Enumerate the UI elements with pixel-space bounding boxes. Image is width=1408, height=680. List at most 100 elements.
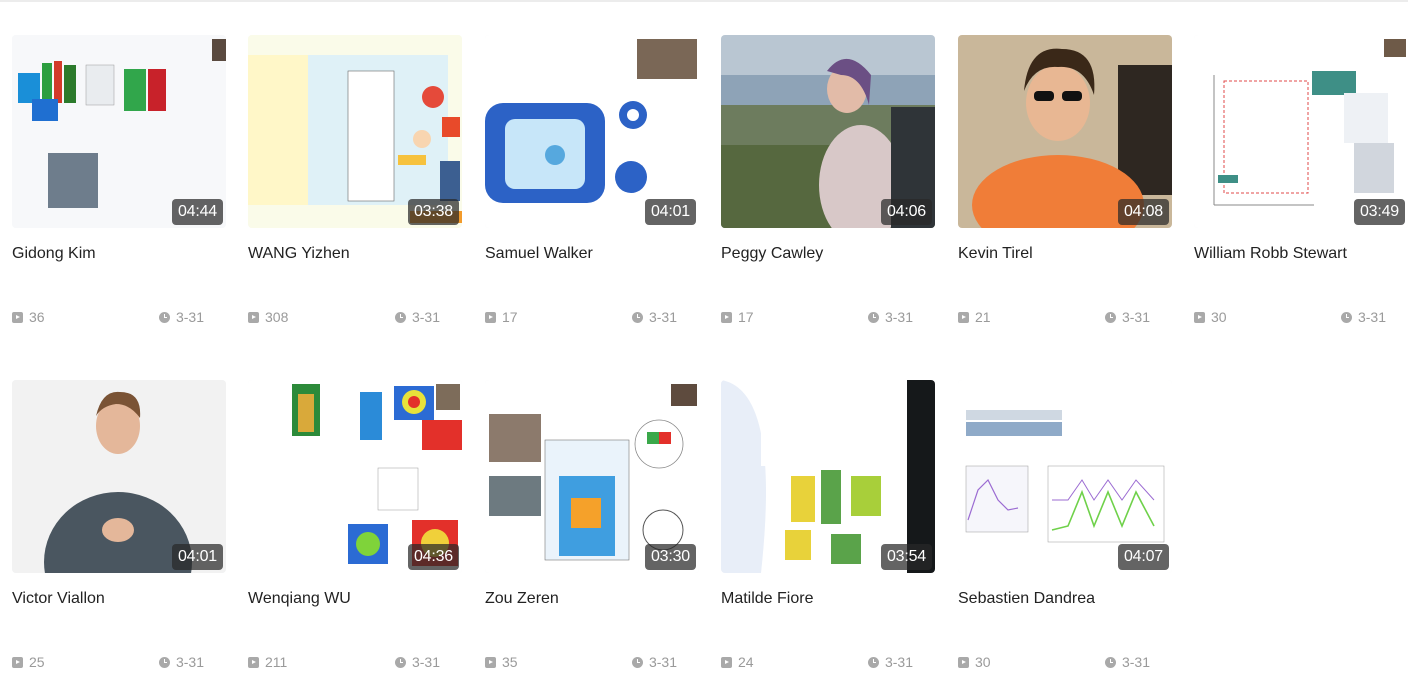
upload-date-value: 3-31 xyxy=(1121,654,1150,670)
play-count-value: 308 xyxy=(265,309,289,325)
video-title[interactable]: Gidong Kim xyxy=(12,243,228,265)
play-count: 24 xyxy=(721,654,754,670)
upload-date-value: 3-31 xyxy=(1357,309,1386,325)
play-icon xyxy=(485,311,496,323)
play-count-value: 211 xyxy=(265,654,288,670)
video-title[interactable]: Zou Zeren xyxy=(485,588,701,610)
video-meta: 30 3-31 xyxy=(958,654,1172,674)
video-meta: 17 3-31 xyxy=(721,309,935,329)
play-count-value: 30 xyxy=(975,654,991,670)
play-count: 30 xyxy=(958,654,991,670)
play-count: 308 xyxy=(248,309,288,325)
upload-date-value: 3-31 xyxy=(648,309,677,325)
upload-date-value: 3-31 xyxy=(175,654,204,670)
video-title[interactable]: Victor Viallon xyxy=(12,588,228,610)
play-icon xyxy=(12,656,23,668)
video-title[interactable]: Sebastien Dandrea xyxy=(958,588,1174,610)
play-count-value: 24 xyxy=(738,654,754,670)
video-card[interactable]: 04:36 Wenqiang WU 211 3-31 xyxy=(248,380,464,680)
play-icon xyxy=(248,311,259,323)
clock-icon xyxy=(394,311,406,323)
play-icon xyxy=(12,311,23,323)
video-grid: 04:44 Gidong Kim 36 3-31 03:38 WANG Yizh… xyxy=(0,0,1408,678)
video-meta: 30 3-31 xyxy=(1194,309,1408,329)
video-meta: 211 3-31 xyxy=(248,654,462,674)
clock-icon xyxy=(158,656,170,668)
upload-date: 3-31 xyxy=(631,654,677,670)
video-duration: 03:54 xyxy=(880,544,932,570)
play-count: 30 xyxy=(1194,309,1227,325)
video-card[interactable]: 04:07 Sebastien Dandrea 30 3-31 xyxy=(958,380,1174,680)
video-meta: 35 3-31 xyxy=(485,654,699,674)
play-count: 25 xyxy=(12,654,45,670)
video-thumbnail[interactable]: 04:07 xyxy=(958,380,1172,573)
video-title[interactable]: Peggy Cawley xyxy=(721,243,937,265)
play-count-value: 35 xyxy=(502,654,518,670)
video-thumbnail[interactable]: 03:54 xyxy=(721,380,935,573)
video-meta: 24 3-31 xyxy=(721,654,935,674)
play-count-value: 36 xyxy=(29,309,45,325)
video-title[interactable]: WANG Yizhen xyxy=(248,243,464,265)
upload-date: 3-31 xyxy=(1340,309,1386,325)
video-title[interactable]: Wenqiang WU xyxy=(248,588,464,610)
play-count-value: 21 xyxy=(975,309,991,325)
video-duration: 04:01 xyxy=(171,544,223,570)
video-thumbnail[interactable]: 04:06 xyxy=(721,35,935,228)
play-icon xyxy=(485,656,496,668)
upload-date: 3-31 xyxy=(867,654,913,670)
video-card[interactable]: 04:01 Victor Viallon 25 3-31 xyxy=(12,380,228,680)
upload-date-value: 3-31 xyxy=(648,654,677,670)
video-title[interactable]: William Robb Stewart xyxy=(1194,243,1408,265)
clock-icon xyxy=(1340,311,1352,323)
video-card[interactable]: 04:08 Kevin Tirel 21 3-31 xyxy=(958,35,1174,335)
play-icon xyxy=(958,311,969,323)
video-card[interactable]: 03:38 WANG Yizhen 308 3-31 xyxy=(248,35,464,335)
video-thumbnail[interactable]: 04:08 xyxy=(958,35,1172,228)
video-title[interactable]: Kevin Tirel xyxy=(958,243,1174,265)
upload-date: 3-31 xyxy=(631,309,677,325)
upload-date: 3-31 xyxy=(867,309,913,325)
video-card[interactable]: 03:30 Zou Zeren 35 3-31 xyxy=(485,380,701,680)
video-duration: 03:49 xyxy=(1353,199,1405,225)
video-title[interactable]: Samuel Walker xyxy=(485,243,701,265)
play-count: 17 xyxy=(721,309,754,325)
clock-icon xyxy=(158,311,170,323)
upload-date-value: 3-31 xyxy=(411,654,440,670)
play-icon xyxy=(1194,311,1205,323)
video-meta: 36 3-31 xyxy=(12,309,226,329)
video-card[interactable]: 04:44 Gidong Kim 36 3-31 xyxy=(12,35,228,335)
video-thumbnail[interactable]: 04:44 xyxy=(12,35,226,228)
play-count: 35 xyxy=(485,654,518,670)
upload-date: 3-31 xyxy=(1104,309,1150,325)
play-icon xyxy=(248,656,259,668)
video-thumbnail[interactable]: 03:49 xyxy=(1194,35,1408,228)
clock-icon xyxy=(1104,311,1116,323)
play-count: 36 xyxy=(12,309,45,325)
play-icon xyxy=(721,656,732,668)
video-duration: 03:38 xyxy=(407,199,459,225)
video-duration: 04:44 xyxy=(171,199,223,225)
upload-date: 3-31 xyxy=(394,654,440,670)
video-thumbnail[interactable]: 04:01 xyxy=(485,35,699,228)
video-thumbnail[interactable]: 04:01 xyxy=(12,380,226,573)
clock-icon xyxy=(1104,656,1116,668)
upload-date: 3-31 xyxy=(394,309,440,325)
video-thumbnail[interactable]: 03:38 xyxy=(248,35,462,228)
play-count-value: 17 xyxy=(502,309,518,325)
play-count: 21 xyxy=(958,309,991,325)
video-card[interactable]: 04:01 Samuel Walker 17 3-31 xyxy=(485,35,701,335)
upload-date: 3-31 xyxy=(1104,654,1150,670)
play-count-value: 17 xyxy=(738,309,754,325)
video-card[interactable]: 03:49 William Robb Stewart 30 3-31 xyxy=(1194,35,1408,335)
play-icon xyxy=(958,656,969,668)
upload-date-value: 3-31 xyxy=(884,309,913,325)
clock-icon xyxy=(867,311,879,323)
upload-date-value: 3-31 xyxy=(175,309,204,325)
video-thumbnail[interactable]: 03:30 xyxy=(485,380,699,573)
video-thumbnail[interactable]: 04:36 xyxy=(248,380,462,573)
video-card[interactable]: 04:06 Peggy Cawley 17 3-31 xyxy=(721,35,937,335)
video-card[interactable]: 03:54 Matilde Fiore 24 3-31 xyxy=(721,380,937,680)
upload-date-value: 3-31 xyxy=(884,654,913,670)
video-title[interactable]: Matilde Fiore xyxy=(721,588,937,610)
video-meta: 308 3-31 xyxy=(248,309,462,329)
